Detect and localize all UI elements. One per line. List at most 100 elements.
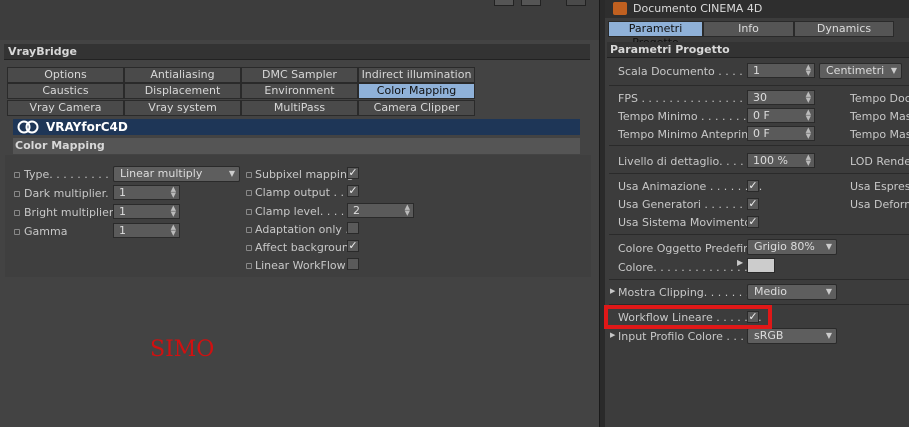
clamp-output-label: Clamp output . . . . (255, 186, 358, 199)
usa-generatori-label: Usa Generatori . . . . . . . . (618, 198, 757, 211)
scala-documento-field[interactable]: 1 ▲ ▼ (747, 63, 815, 78)
spinner-icon[interactable]: ▲ ▼ (806, 64, 811, 77)
fps-field[interactable]: 30 ▲ ▼ (747, 90, 815, 105)
clamp-level-value: 2 (353, 204, 360, 217)
tab-options[interactable]: Options (7, 67, 124, 83)
maximize-button[interactable] (521, 0, 541, 6)
dark-multiplier-value: 1 (119, 186, 126, 199)
usa-generatori-checkbox[interactable]: ✓ (747, 198, 759, 210)
linear-workflow-checkbox[interactable] (347, 258, 359, 270)
affect-background-label: Affect background (255, 241, 356, 254)
tab-displacement[interactable]: Displacement (124, 83, 241, 99)
linear-workflow-label: Linear WorkFlow (255, 259, 346, 272)
separator (609, 279, 909, 280)
spinner-icon[interactable]: ▲ ▼ (171, 186, 176, 199)
input-profilo-colore-value: sRGB (754, 329, 784, 342)
tab-vray-system[interactable]: Vray system (124, 100, 241, 116)
spinner-icon[interactable]: ▲ ▼ (171, 205, 176, 218)
simo-annotation: SIMO (150, 337, 215, 362)
tab-camera-clipper[interactable]: Camera Clipper (358, 100, 475, 116)
param-dot-icon (14, 191, 20, 197)
minimize-button[interactable] (494, 0, 514, 6)
separator (609, 85, 909, 86)
tempo-minimo-anteprima-field[interactable]: 0 F ▲ ▼ (747, 126, 815, 141)
tab-dmc-sampler[interactable]: DMC Sampler (241, 67, 358, 83)
tab-color-mapping[interactable]: Color Mapping (358, 83, 475, 99)
vray-tab-grid: Options Antialiasing DMC Sampler Indirec… (7, 67, 476, 117)
tab-antialiasing[interactable]: Antialiasing (124, 67, 241, 83)
bright-multiplier-field[interactable]: 1 ▲ ▼ (113, 204, 180, 219)
colore-oggetto-dropdown[interactable]: Grigio 80% ▼ (747, 239, 837, 255)
clamp-output-checkbox[interactable]: ✓ (347, 185, 359, 197)
expand-arrow-icon[interactable]: ▶ (610, 331, 615, 339)
adaptation-checkbox[interactable] (347, 222, 359, 234)
subpixel-label: Subpixel mapping (255, 168, 354, 181)
cinema4d-icon (613, 2, 627, 15)
unit-dropdown[interactable]: Centimetri ▼ (819, 63, 902, 79)
fps-label: FPS . . . . . . . . . . . . . . . . (618, 92, 750, 105)
dropdown-arrow-icon: ▼ (825, 242, 832, 251)
mostra-clipping-dropdown[interactable]: Medio ▼ (747, 284, 837, 300)
tab-dynamics[interactable]: Dynamics (794, 21, 894, 37)
tab-environment[interactable]: Environment (241, 83, 358, 99)
bright-multiplier-value: 1 (119, 205, 126, 218)
fps-value: 30 (753, 91, 767, 104)
livello-dettaglio-field[interactable]: 100 % ▲ ▼ (747, 153, 815, 168)
parametri-progetto-header: Parametri Progetto (607, 42, 909, 58)
spinner-icon[interactable]: ▲ ▼ (806, 127, 811, 140)
document-settings-panel: Documento CINEMA 4D Parametri Progetto I… (605, 0, 909, 427)
clamp-level-label: Clamp level. . . . . . (255, 205, 359, 218)
tempo-minimo-field[interactable]: 0 F ▲ ▼ (747, 108, 815, 123)
param-dot-icon (246, 245, 252, 251)
color-mapping-header: Color Mapping (13, 138, 580, 154)
lod-render-label: LOD Render (850, 155, 909, 168)
tab-indirect-illumination[interactable]: Indirect illumination (GI) (358, 67, 475, 95)
tab-info[interactable]: Info (703, 21, 794, 37)
tab-parametri-progetto[interactable]: Parametri Progetto (608, 21, 703, 49)
dropdown-arrow-icon: ▼ (825, 331, 832, 340)
dark-multiplier-field[interactable]: 1 ▲ ▼ (113, 185, 180, 200)
usa-deformatori-label: Usa Deforma (850, 198, 909, 211)
subpixel-checkbox[interactable]: ✓ (347, 167, 359, 179)
colore-swatch[interactable] (747, 258, 775, 273)
tab-vray-camera[interactable]: Vray Camera (7, 100, 124, 116)
dropdown-arrow-icon: ▼ (228, 169, 235, 178)
type-label: Type. . . . . . . . . . . (24, 168, 123, 181)
dark-multiplier-label: Dark multiplier. . . (24, 187, 123, 200)
highlight-box (604, 305, 772, 329)
spinner-icon[interactable]: ▲ ▼ (171, 224, 176, 237)
param-dot-icon (246, 227, 252, 233)
spinner-icon[interactable]: ▲ ▼ (806, 109, 811, 122)
param-dot-icon (14, 172, 20, 178)
livello-dettaglio-value: 100 % (753, 154, 788, 167)
expand-arrow-icon[interactable]: ▶ (610, 287, 615, 295)
livello-dettaglio-label: Livello di dettaglio. . . . . . (618, 155, 758, 168)
type-dropdown[interactable]: Linear multiply ▼ (113, 166, 240, 182)
spinner-icon[interactable]: ▲ ▼ (806, 91, 811, 104)
section-title: Color Mapping (15, 139, 105, 152)
input-profilo-colore-label: Input Profilo Colore . . . . . (618, 330, 758, 343)
expand-arrow-icon[interactable]: ▶ (737, 258, 743, 267)
scala-documento-label: Scala Documento . . . . . (618, 65, 750, 78)
usa-sistema-movimento-label: Usa Sistema Movimento (618, 216, 752, 229)
tab-caustics[interactable]: Caustics (7, 83, 124, 99)
tempo-minimo-anteprima-value: 0 F (753, 127, 770, 140)
unit-value: Centimetri (826, 64, 885, 77)
input-profilo-colore-dropdown[interactable]: sRGB ▼ (747, 328, 837, 344)
clamp-level-field[interactable]: 2 ▲ ▼ (347, 203, 414, 218)
usa-animazione-checkbox[interactable]: ✓ (747, 180, 759, 192)
usa-sistema-movimento-checkbox[interactable]: ✓ (747, 216, 759, 228)
param-dot-icon (246, 172, 252, 178)
document-title-bar: Documento CINEMA 4D (605, 0, 909, 18)
tab-multipass[interactable]: MultiPass (241, 100, 358, 116)
gamma-field[interactable]: 1 ▲ ▼ (113, 223, 180, 238)
mostra-clipping-label: Mostra Clipping. . . . . . . . (618, 286, 757, 299)
type-value: Linear multiply (120, 167, 203, 180)
spinner-icon[interactable]: ▲ ▼ (806, 154, 811, 167)
close-button[interactable] (566, 0, 586, 6)
param-dot-icon (14, 210, 20, 216)
colore-label: Colore. . . . . . . . . . . . . . . (618, 261, 755, 274)
bright-multiplier-label: Bright multiplier . . (24, 206, 128, 219)
spinner-icon[interactable]: ▲ ▼ (405, 204, 410, 217)
affect-background-checkbox[interactable]: ✓ (347, 240, 359, 252)
